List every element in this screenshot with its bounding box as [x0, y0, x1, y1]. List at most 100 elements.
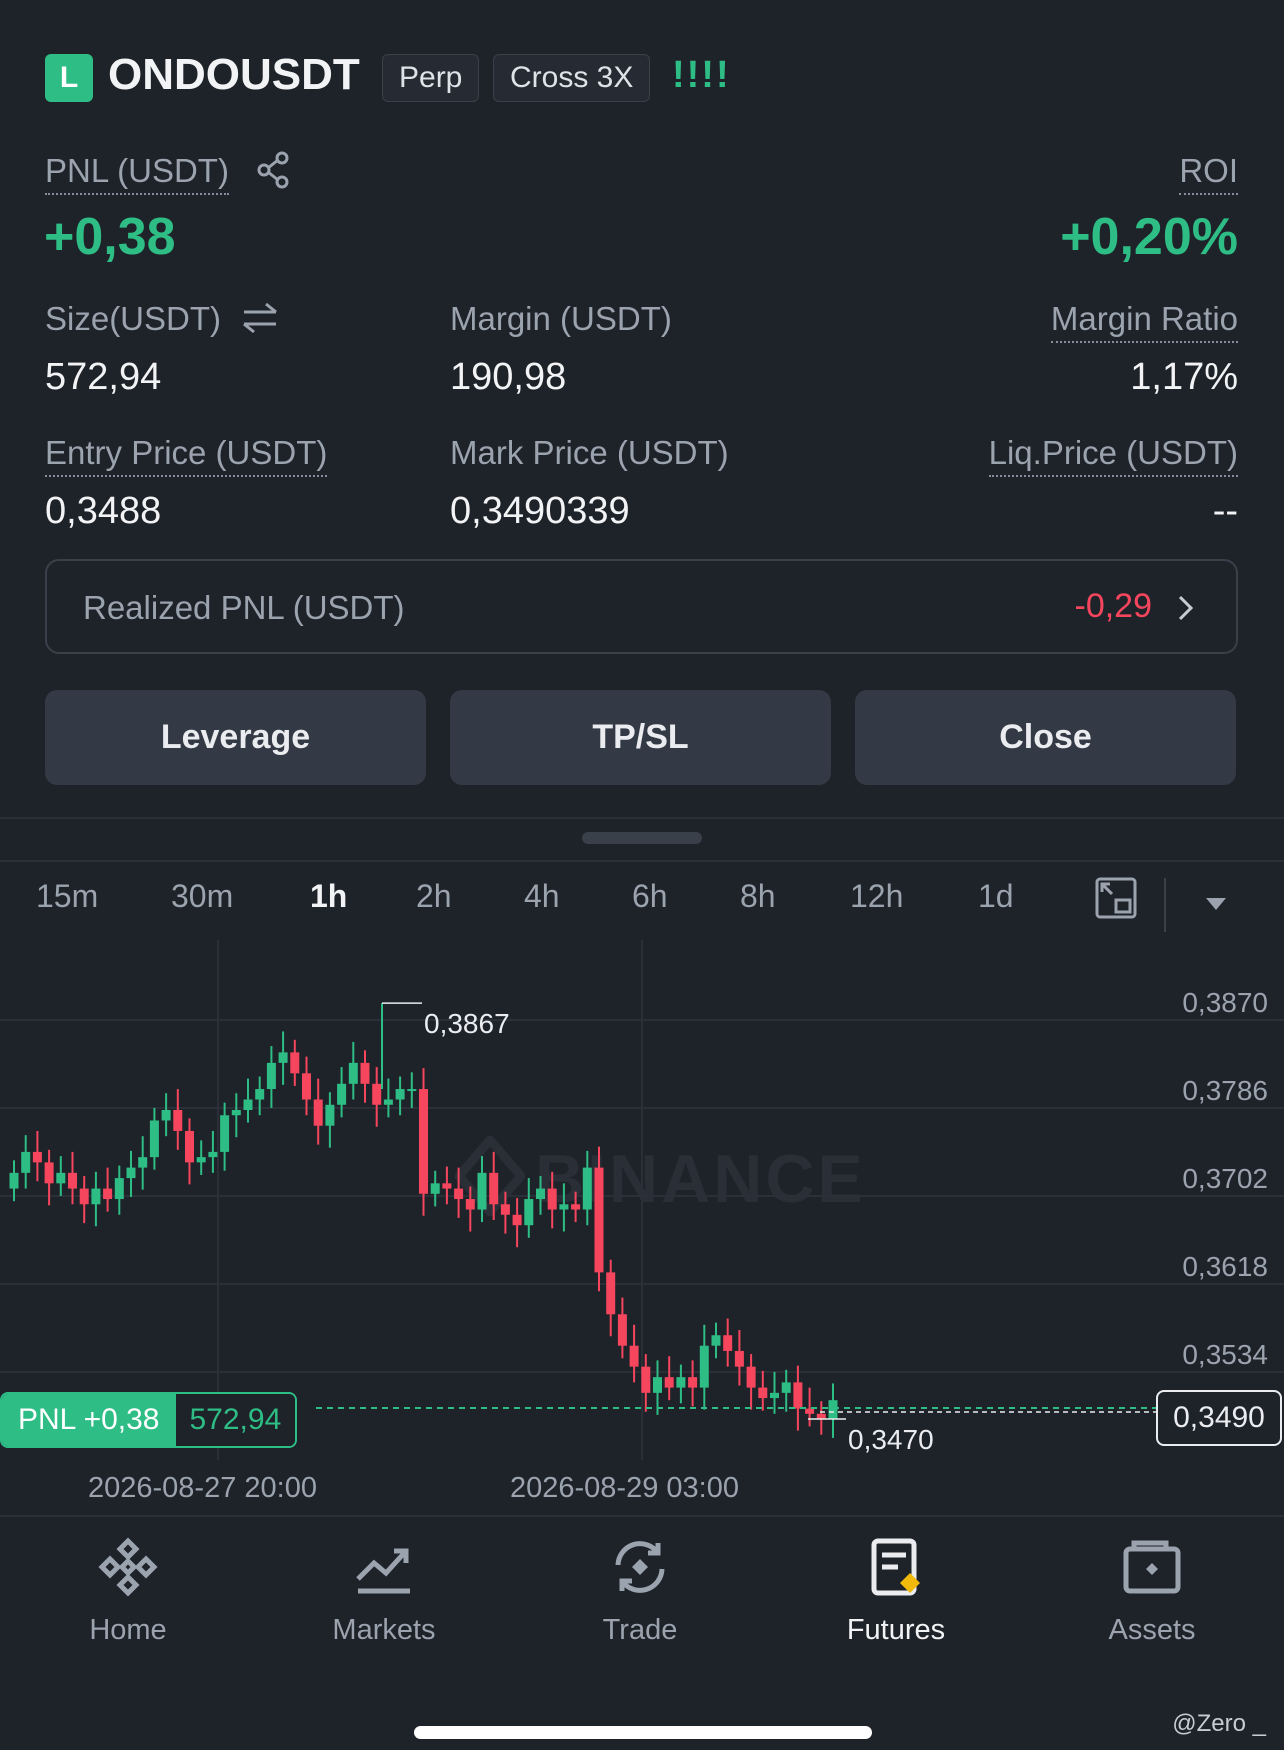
timeframe-2h[interactable]: 2h	[416, 878, 452, 915]
candle-body	[266, 1062, 276, 1090]
timeframe-8h[interactable]: 8h	[740, 878, 776, 915]
candle-body	[582, 1167, 592, 1210]
candle-body	[103, 1188, 113, 1200]
timeframe-6h[interactable]: 6h	[632, 878, 668, 915]
drag-handle[interactable]	[582, 832, 702, 844]
timeframe-15m[interactable]: 15m	[36, 878, 98, 915]
nav-markets[interactable]: Markets	[284, 1535, 484, 1647]
candle-body	[442, 1183, 452, 1189]
nav-label: Futures	[846, 1614, 946, 1646]
nav-label: Assets	[1108, 1614, 1196, 1646]
candle-body	[559, 1204, 569, 1210]
roi-label-wrap[interactable]: ROI	[1179, 152, 1238, 195]
candle-body	[419, 1089, 428, 1194]
home-indicator[interactable]	[414, 1726, 872, 1739]
mark-price-label: Mark Price (USDT)	[450, 434, 729, 471]
candle-body	[278, 1052, 288, 1063]
y-tick-label: 0,3870	[1182, 987, 1268, 1018]
x-tick-label: 2026-08-29 03:00	[510, 1472, 739, 1504]
trade-swap-icon	[615, 1541, 665, 1593]
size-label: Size(USDT)	[45, 300, 222, 337]
pnl-label: PNL (USDT)	[45, 152, 229, 195]
entry-label-wrap[interactable]: Entry Price (USDT)	[45, 434, 328, 477]
candle-body	[372, 1083, 382, 1105]
leverage-button[interactable]: Leverage	[45, 690, 426, 785]
timeframe-12h[interactable]: 12h	[850, 878, 903, 915]
candle-body	[21, 1151, 31, 1173]
candle-body	[629, 1345, 639, 1367]
candle-body	[828, 1400, 838, 1420]
chart-area[interactable]: BINANCE	[0, 940, 1284, 1460]
pnl-tag-label: PNL +0,38	[2, 1394, 176, 1446]
candle-body	[758, 1387, 768, 1399]
candle-body	[816, 1413, 826, 1420]
candle-body	[185, 1130, 194, 1163]
timeframe-1d[interactable]: 1d	[978, 878, 1014, 915]
close-button[interactable]: Close	[855, 690, 1236, 785]
mark-price-value: 0,3490339	[450, 490, 630, 532]
side-badge: L	[45, 54, 93, 102]
candle-body	[723, 1335, 733, 1351]
liq-label-wrap[interactable]: Liq.Price (USDT)	[988, 434, 1238, 477]
section-divider	[0, 860, 1284, 862]
candle-body	[208, 1151, 218, 1158]
timeframe-30m[interactable]: 30m	[171, 878, 233, 915]
candle-body	[407, 1089, 417, 1092]
realized-pnl-row[interactable]: Realized PNL (USDT) -0,29	[45, 559, 1238, 654]
candle-body	[699, 1345, 709, 1388]
candle-body	[337, 1083, 347, 1105]
timeframe-4h[interactable]: 4h	[524, 878, 560, 915]
timeframe-1h[interactable]: 1h	[310, 878, 347, 915]
entry-price-value: 0,3488	[45, 490, 162, 532]
nav-futures[interactable]: Futures	[796, 1535, 996, 1647]
size-value: 572,94	[45, 356, 162, 398]
candle-body	[91, 1188, 101, 1205]
candle-body	[465, 1199, 475, 1210]
candle-body	[641, 1366, 651, 1393]
nav-assets[interactable]: Assets	[1052, 1535, 1252, 1647]
high-price-label: 0,3867	[424, 1008, 510, 1039]
candle-body	[805, 1408, 815, 1414]
candle-body	[56, 1172, 66, 1184]
candle-body	[325, 1104, 335, 1126]
pnl-position-tag[interactable]: PNL +0,38 572,94	[0, 1392, 298, 1448]
candle-body	[536, 1188, 545, 1200]
candle-body	[454, 1188, 464, 1200]
share-icon[interactable]	[255, 150, 291, 190]
margin-ratio-label-wrap[interactable]: Margin Ratio	[1050, 300, 1238, 343]
margin-ratio-label: Margin Ratio	[1050, 300, 1238, 343]
candlestick-chart[interactable]	[0, 940, 1284, 1460]
entry-price-label: Entry Price (USDT)	[45, 434, 328, 477]
swap-arrows-icon[interactable]	[240, 300, 280, 336]
candle-body	[243, 1099, 253, 1110]
margin-label: Margin (USDT)	[450, 300, 672, 337]
margin-value: 190,98	[450, 356, 567, 398]
margin-mode-tag[interactable]: Cross 3X	[493, 54, 651, 102]
candle-body	[664, 1377, 674, 1388]
candle-body	[594, 1167, 604, 1273]
candle-body	[395, 1089, 405, 1100]
nav-home[interactable]: Home	[28, 1535, 228, 1647]
nav-label: Trade	[602, 1614, 678, 1646]
chart-expand-icon[interactable]	[1094, 876, 1138, 920]
liq-price-label: Liq.Price (USDT)	[988, 434, 1238, 477]
tpsl-button[interactable]: TP/SL	[450, 690, 831, 785]
section-divider	[0, 817, 1284, 819]
pnl-label-wrap[interactable]: PNL (USDT)	[45, 152, 229, 195]
candle-body	[383, 1099, 393, 1105]
candle-body	[360, 1062, 370, 1084]
assets-wallet-icon	[1123, 1540, 1181, 1594]
nav-trade[interactable]: Trade	[540, 1535, 740, 1647]
candle-body	[161, 1110, 171, 1121]
dropdown-caret-icon[interactable]	[1204, 896, 1228, 912]
roi-value: +0,20%	[1060, 208, 1238, 266]
candle-body	[9, 1172, 19, 1189]
markets-chart-icon	[356, 1548, 410, 1594]
margin-ratio-value: 1,17%	[1130, 356, 1238, 398]
y-tick-label: 0,3534	[1182, 1339, 1268, 1370]
candle-body	[793, 1382, 803, 1409]
nav-label: Home	[89, 1614, 167, 1646]
symbol-title[interactable]: ONDOUSDT	[108, 50, 360, 100]
candle-body	[149, 1120, 159, 1158]
realized-pnl-value: -0,29	[1074, 587, 1153, 625]
